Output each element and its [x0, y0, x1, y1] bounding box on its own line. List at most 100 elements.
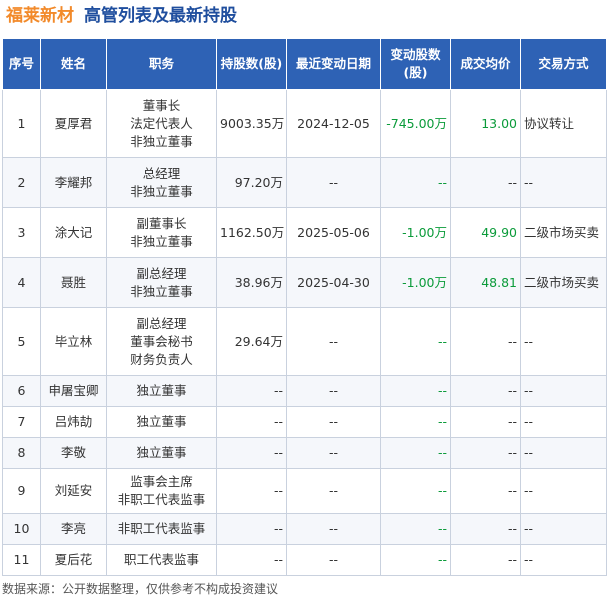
- cell-shares: 38.96万: [216, 257, 287, 308]
- table-row: 11 夏后花 职工代表监事 -- -- -- -- --: [2, 544, 607, 576]
- table-row: 6 申屠宝卿 独立董事 -- -- -- -- --: [2, 375, 607, 407]
- cell-no: 7: [2, 406, 41, 438]
- column-header-no: 序号: [2, 38, 41, 90]
- role-line: 总经理: [142, 165, 181, 181]
- table-row: 5 毕立林 副总经理 董事会秘书 财务负责人 29.64万 -- -- -- --: [2, 307, 607, 376]
- column-header-name: 姓名: [40, 38, 107, 90]
- page-subtitle: 高管列表及最新持股: [84, 6, 237, 26]
- cell-name: 申屠宝卿: [40, 375, 107, 407]
- cell-method: --: [520, 375, 607, 407]
- cell-shares: --: [216, 544, 287, 576]
- cell-price: --: [450, 406, 521, 438]
- cell-roles: 副总经理 非独立董事: [106, 257, 217, 308]
- cell-roles: 独立董事: [106, 406, 217, 438]
- role-line: 非职工代表监事: [117, 521, 206, 536]
- cell-date: 2024-12-05: [286, 89, 381, 158]
- table-row: 1 夏厚君 董事长 法定代表人 非独立董事 9003.35万 2024-12-05 -745.…: [2, 89, 607, 158]
- table-header-row: 序号 姓名 职务 持股数(股) 最近变动日期 变动股数(股) 成交均价 交易方式: [2, 38, 607, 90]
- cell-method: --: [520, 406, 607, 438]
- cell-method: 二级市场买卖: [520, 257, 607, 308]
- cell-shares: --: [216, 375, 287, 407]
- cell-method: --: [520, 307, 607, 376]
- cell-date: --: [286, 406, 381, 438]
- cell-date: --: [286, 468, 381, 514]
- role-line: 副董事长: [136, 215, 187, 231]
- cell-name: 李耀邦: [40, 157, 107, 208]
- role-line: 监事会主席: [130, 474, 193, 489]
- cell-change: -1.00万: [380, 207, 451, 258]
- cell-name: 夏后花: [40, 544, 107, 576]
- cell-price: 49.90: [450, 207, 521, 258]
- cell-no: 3: [2, 207, 41, 258]
- cell-name: 李亮: [40, 513, 107, 545]
- cell-method: --: [520, 468, 607, 514]
- role-line: 董事会秘书: [130, 333, 193, 349]
- cell-price: 48.81: [450, 257, 521, 308]
- cell-no: 6: [2, 375, 41, 407]
- cell-no: 11: [2, 544, 41, 576]
- cell-date: --: [286, 437, 381, 469]
- company-name: 福莱新材: [6, 6, 74, 26]
- cell-roles: 独立董事: [106, 437, 217, 469]
- cell-name: 吕炜劼: [40, 406, 107, 438]
- cell-roles: 职工代表监事: [106, 544, 217, 576]
- cell-method: --: [520, 157, 607, 208]
- column-header-change: 变动股数(股): [380, 38, 451, 90]
- role-line: 非职工代表监事: [117, 492, 206, 507]
- role-line: 非独立董事: [130, 183, 193, 199]
- cell-price: --: [450, 544, 521, 576]
- cell-no: 5: [2, 307, 41, 376]
- role-line: 非独立董事: [130, 283, 193, 299]
- cell-name: 李敬: [40, 437, 107, 469]
- cell-shares: --: [216, 513, 287, 545]
- cell-method: --: [520, 437, 607, 469]
- cell-roles: 副董事长 非独立董事: [106, 207, 217, 258]
- cell-method: --: [520, 513, 607, 545]
- cell-roles: 总经理 非独立董事: [106, 157, 217, 208]
- cell-change: -1.00万: [380, 257, 451, 308]
- cell-roles: 副总经理董事会秘书财务负责人: [106, 307, 217, 376]
- cell-date: --: [286, 307, 381, 376]
- cell-shares: 97.20万: [216, 157, 287, 208]
- table-row: 4 聂胜 副总经理 非独立董事 38.96万 2025-04-30 -1.00万 48.81 二…: [2, 257, 607, 308]
- cell-shares: --: [216, 437, 287, 469]
- cell-date: 2025-04-30: [286, 257, 381, 308]
- executives-table: 序号 姓名 职务 持股数(股) 最近变动日期 变动股数(股) 成交均价 交易方式…: [2, 38, 607, 576]
- table-row: 9 刘延安 监事会主席 非职工代表监事 -- -- -- -- --: [2, 468, 607, 514]
- role-line: 非独立董事: [130, 133, 193, 149]
- cell-method: --: [520, 544, 607, 576]
- cell-name: 毕立林: [40, 307, 107, 376]
- cell-price: --: [450, 375, 521, 407]
- cell-date: 2025-05-06: [286, 207, 381, 258]
- column-header-date: 最近变动日期: [286, 38, 381, 90]
- cell-name: 聂胜: [40, 257, 107, 308]
- role-line: 副总经理: [136, 315, 187, 331]
- cell-no: 10: [2, 513, 41, 545]
- role-line: 副总经理: [136, 265, 187, 281]
- table-row: 7 吕炜劼 独立董事 -- -- -- -- --: [2, 406, 607, 438]
- role-line: 财务负责人: [130, 351, 193, 367]
- cell-roles: 非职工代表监事: [106, 513, 217, 545]
- cell-change: --: [380, 468, 451, 514]
- table-row: 3 涂大记 副董事长 非独立董事 1162.50万 2025-05-06 -1.00万 49.…: [2, 207, 607, 258]
- cell-shares: 9003.35万: [216, 89, 287, 158]
- cell-date: --: [286, 375, 381, 407]
- role-line: 独立董事: [136, 445, 187, 460]
- cell-price: --: [450, 468, 521, 514]
- cell-roles: 独立董事: [106, 375, 217, 407]
- cell-no: 9: [2, 468, 41, 514]
- cell-roles: 董事长 法定代表人 非独立董事: [106, 89, 217, 158]
- cell-price: --: [450, 513, 521, 545]
- table-row: 10 李亮 非职工代表监事 -- -- -- -- --: [2, 513, 607, 545]
- role-line: 独立董事: [136, 383, 187, 398]
- cell-no: 1: [2, 89, 41, 158]
- cell-roles: 监事会主席非职工代表监事: [106, 468, 217, 514]
- cell-method: 协议转让: [520, 89, 607, 158]
- cell-change: --: [380, 307, 451, 376]
- table-row: 2 李耀邦 总经理 非独立董事 97.20万 -- -- -- --: [2, 157, 607, 208]
- cell-method: 二级市场买卖: [520, 207, 607, 258]
- cell-name: 涂大记: [40, 207, 107, 258]
- cell-change: --: [380, 437, 451, 469]
- cell-price: --: [450, 157, 521, 208]
- cell-name: 夏厚君: [40, 89, 107, 158]
